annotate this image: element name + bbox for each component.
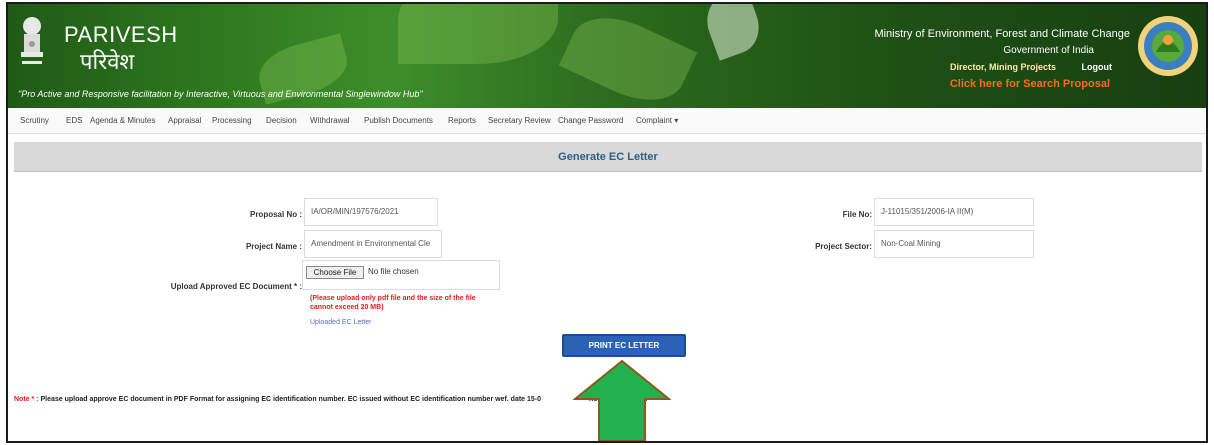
- upload-size-warning: (Please upload only pdf file and the siz…: [310, 295, 476, 311]
- nav-item-decision[interactable]: Decision: [266, 116, 297, 125]
- nav-item-withdrawal[interactable]: Withdrawal: [310, 116, 350, 125]
- ministry-seal-icon: [1138, 16, 1198, 76]
- brand-name-english: PARIVESH: [64, 22, 178, 47]
- nav-item-reports[interactable]: Reports: [448, 116, 476, 125]
- upload-ec-label: Upload Approved EC Document * :: [170, 282, 302, 291]
- ministry-name: Ministry of Environment, Forest and Clim…: [874, 28, 1130, 40]
- brand-tagline: "Pro Active and Responsive facilitation …: [18, 89, 423, 99]
- brand-name-hindi: परिवेश: [80, 49, 135, 74]
- print-ec-letter-button[interactable]: PRINT EC LETTER: [562, 334, 686, 357]
- choose-file-button[interactable]: Choose File: [306, 266, 364, 279]
- national-emblem-icon: [21, 17, 43, 64]
- note-prefix: Note * :: [14, 396, 39, 403]
- note-body: Please upload approve EC document in PDF…: [40, 396, 542, 403]
- file-no-field[interactable]: J-11015/351/2006-IA II(M): [874, 198, 1034, 226]
- file-no-label: File No:: [842, 210, 872, 219]
- note-text: Note * : Please upload approve EC docume…: [14, 396, 647, 403]
- nav-item-appraisal[interactable]: Appraisal: [168, 116, 201, 125]
- panel-title: Generate EC Letter: [558, 151, 658, 163]
- project-sector-field[interactable]: Non-Coal Mining: [874, 230, 1034, 258]
- nav-item-complaint[interactable]: Complaint ▾: [636, 116, 678, 125]
- decorative-leaf: [699, 4, 767, 61]
- nav-item-agenda-minutes[interactable]: Agenda & Minutes: [90, 116, 155, 125]
- search-proposal-link[interactable]: Click here for Search Proposal: [950, 78, 1110, 90]
- main-navigation: Scrutiny EDS Agenda & Minutes Appraisal …: [8, 108, 1206, 134]
- uploaded-ec-letter-link[interactable]: Uploaded EC Letter: [310, 319, 371, 326]
- nav-item-change-password[interactable]: Change Password: [558, 116, 623, 125]
- green-up-arrow-icon: [573, 359, 671, 441]
- logout-link[interactable]: Logout: [1082, 62, 1113, 72]
- nav-item-processing[interactable]: Processing: [212, 116, 252, 125]
- nav-item-scrutiny[interactable]: Scrutiny: [20, 116, 49, 125]
- proposal-no-label: Proposal No :: [249, 210, 302, 219]
- project-name-label: Project Name :: [245, 242, 302, 251]
- user-role: Director, Mining Projects: [949, 62, 1056, 72]
- government-name: Government of India: [1003, 45, 1094, 56]
- no-file-chosen-text: No file chosen: [368, 267, 419, 276]
- proposal-no-field[interactable]: IA/OR/MIN/197576/2021: [304, 198, 438, 226]
- header-banner: PARIVESH परिवेश "Pro Active and Responsi…: [8, 4, 1206, 108]
- nav-item-eds[interactable]: EDS: [66, 116, 82, 125]
- decorative-leaf: [398, 4, 558, 64]
- browser-frame: PARIVESH परिवेश "Pro Active and Responsi…: [6, 2, 1208, 443]
- generate-ec-letter-panel: Generate EC Letter: [14, 142, 1202, 172]
- decorative-leaf: [558, 4, 698, 108]
- nav-item-secretary-review[interactable]: Secretary Review: [488, 116, 551, 125]
- project-sector-label: Project Sector:: [815, 242, 872, 251]
- nav-item-publish-documents[interactable]: Publish Documents: [364, 116, 433, 125]
- project-name-field[interactable]: Amendment in Environmental Cle: [304, 230, 442, 258]
